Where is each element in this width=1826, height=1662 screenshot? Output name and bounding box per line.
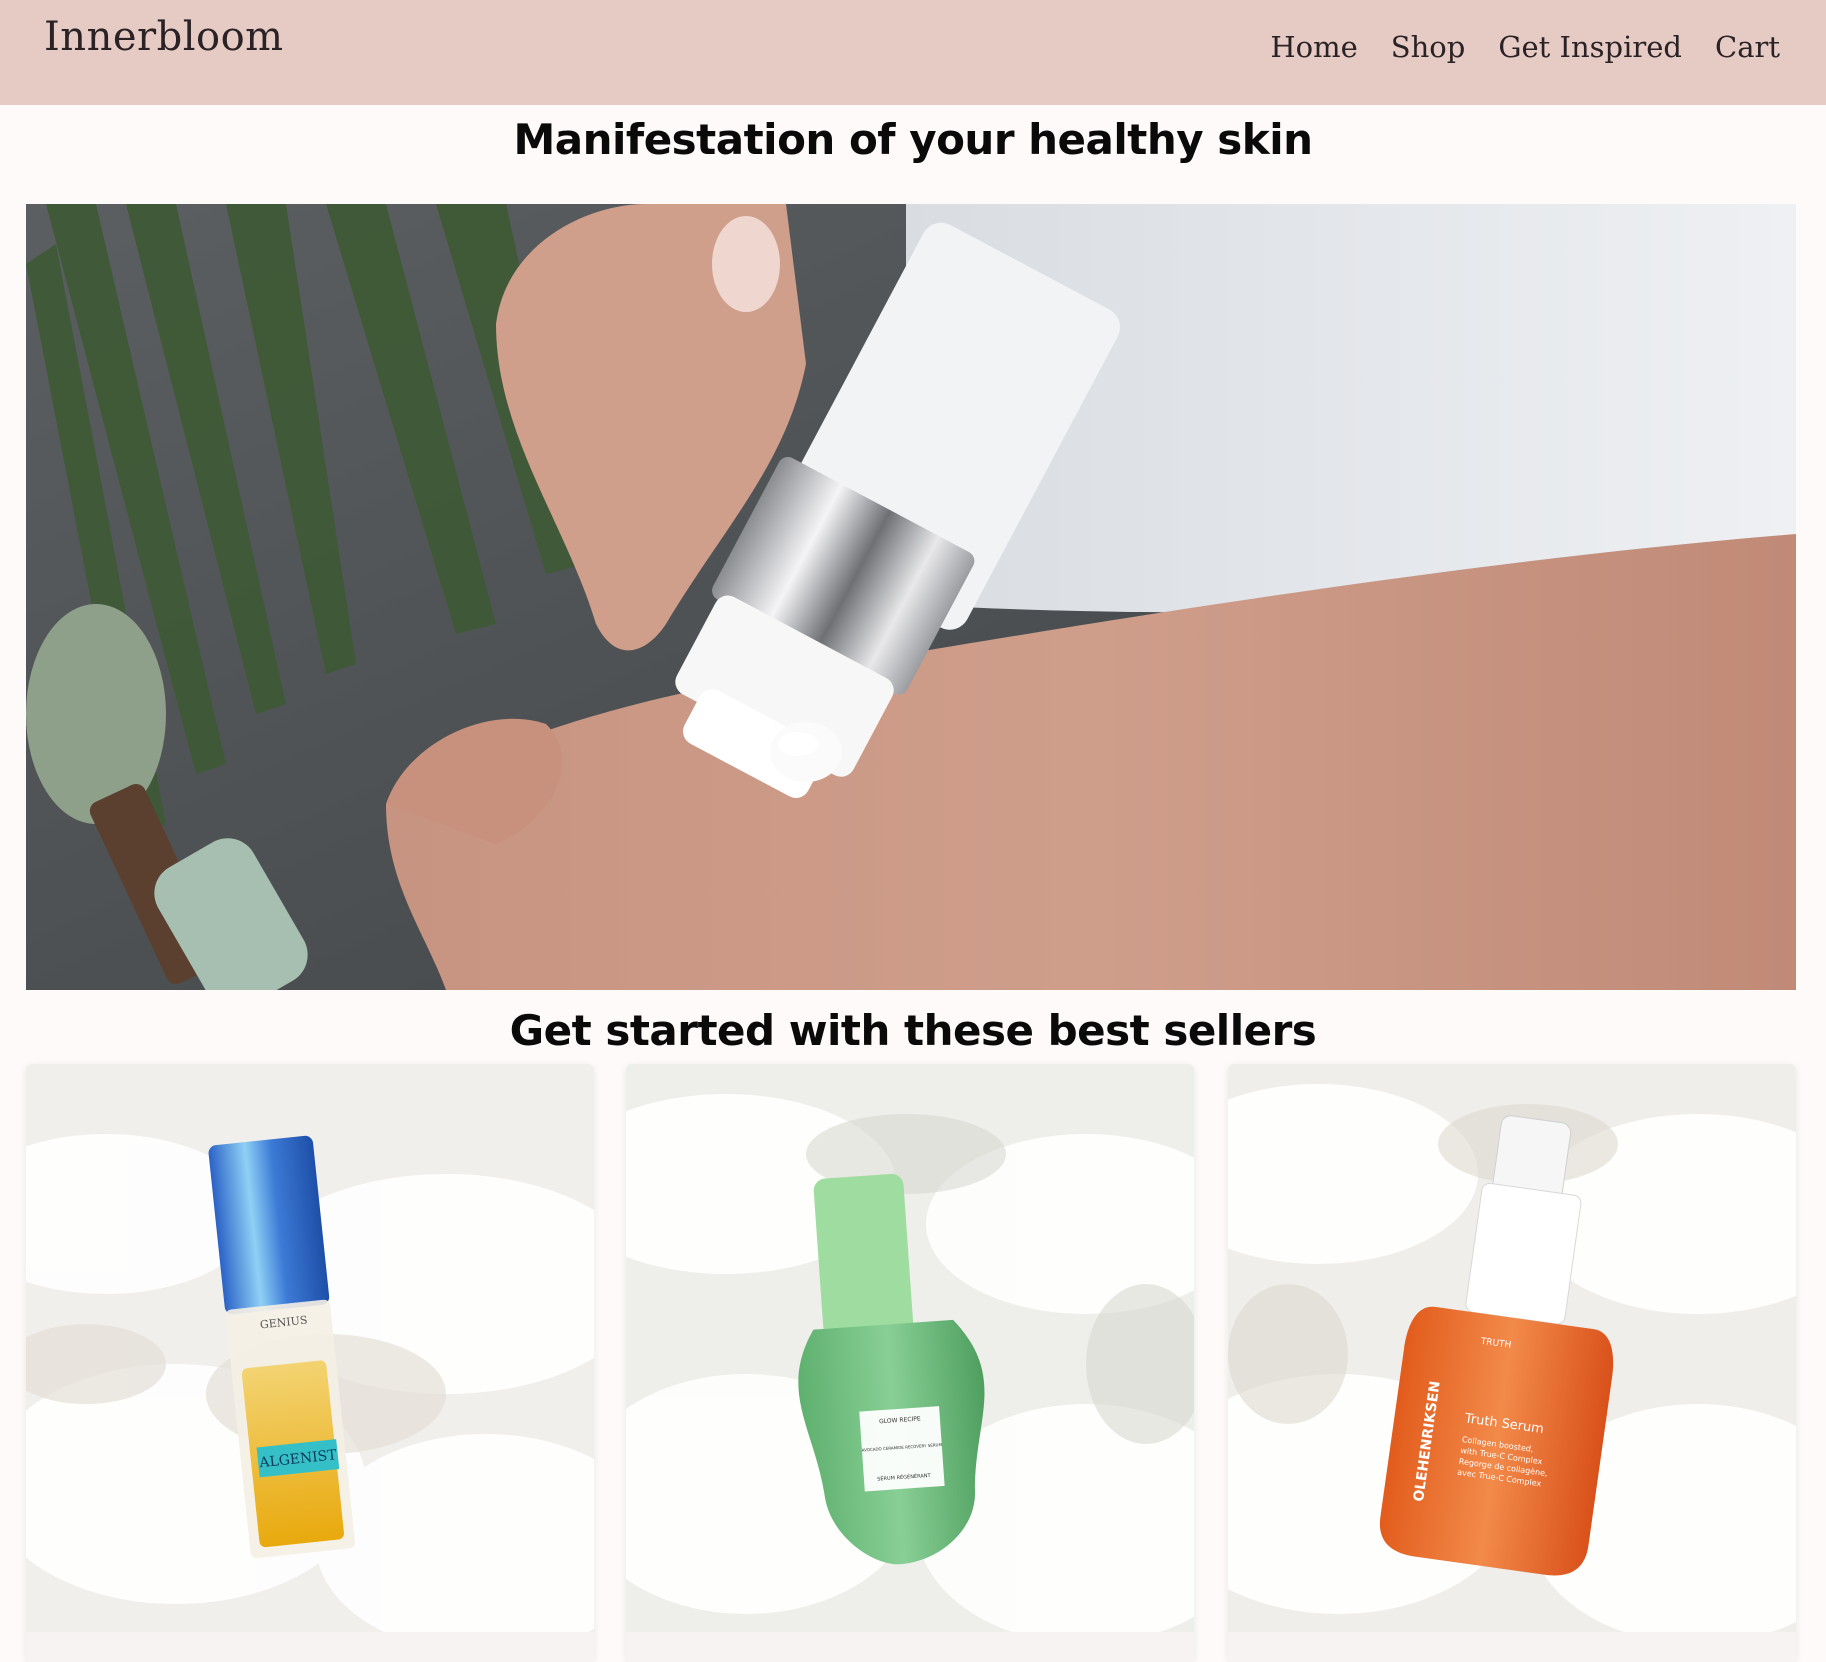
nav-cart[interactable]: Cart xyxy=(1715,30,1780,64)
nav-shop[interactable]: Shop xyxy=(1391,30,1466,64)
nav-home[interactable]: Home xyxy=(1270,30,1357,64)
brand-logo[interactable]: Innerbloom xyxy=(44,14,284,60)
product-image: OLEHENRIKSEN TRUTH Truth Serum Collagen … xyxy=(1228,1064,1796,1632)
main-nav: Home Shop Get Inspired Cart xyxy=(1270,30,1780,64)
product-image: GLOW RECIPE AVOCADO CERAMIDE RECOVERY SE… xyxy=(626,1064,1194,1632)
nav-get-inspired[interactable]: Get Inspired xyxy=(1498,30,1682,64)
hero-illustration xyxy=(26,204,1796,990)
site-header: Innerbloom Home Shop Get Inspired Cart xyxy=(0,0,1826,105)
hero-title: Manifestation of your healthy skin xyxy=(513,115,1313,164)
product-image: ALGENIST GENIUS xyxy=(26,1064,594,1632)
product-grid: ALGENIST GENIUS GLOW RECIPE AVOCADO CERA… xyxy=(26,1064,1796,1662)
hero-image xyxy=(26,204,1796,990)
product-card-glow-recipe[interactable]: GLOW RECIPE AVOCADO CERAMIDE RECOVERY SE… xyxy=(626,1064,1194,1662)
product-card-olehenriksen[interactable]: OLEHENRIKSEN TRUTH Truth Serum Collagen … xyxy=(1228,1064,1796,1662)
product-card-algenist[interactable]: ALGENIST GENIUS xyxy=(26,1064,594,1662)
card-footer xyxy=(26,1632,594,1662)
card-footer xyxy=(626,1632,1194,1662)
best-sellers-title: Get started with these best sellers xyxy=(509,1006,1317,1055)
card-footer xyxy=(1228,1632,1796,1662)
